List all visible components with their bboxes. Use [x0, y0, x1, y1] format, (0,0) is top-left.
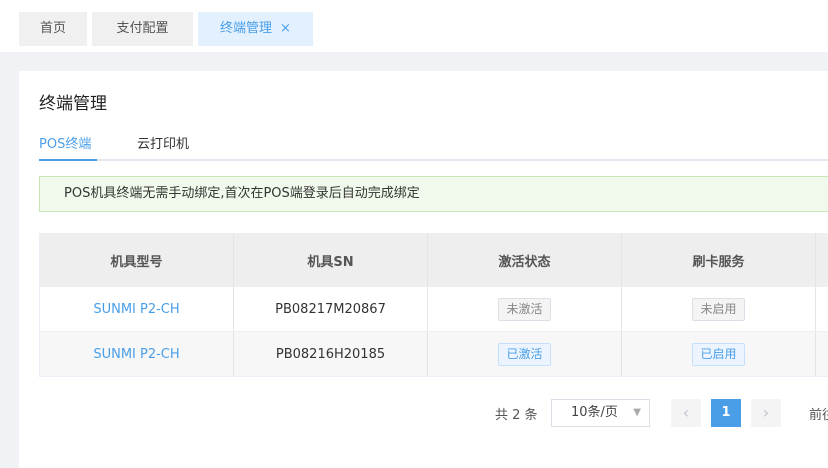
tab-label: 支付配置: [116, 21, 169, 36]
tab-payment-config[interactable]: 支付配置: [92, 12, 193, 46]
model-link[interactable]: SUNMI P2-CH: [93, 302, 179, 317]
model-cell: SUNMI P2-CH: [40, 287, 234, 331]
goto-label: 前往: [809, 408, 828, 423]
model-link[interactable]: SUNMI P2-CH: [93, 347, 179, 362]
status-badge: 已激活: [498, 342, 551, 366]
subtab-pos-terminal[interactable]: POS终端: [39, 133, 91, 152]
table-header: 机具型号 机具SN 激活状态 刷卡服务: [40, 233, 828, 287]
tab-bar: 首页 支付配置 终端管理 ×: [0, 0, 828, 52]
active-tab-indicator: [39, 159, 97, 161]
column-header-model: 机具型号: [40, 233, 234, 287]
tab-home[interactable]: 首页: [19, 12, 87, 46]
tab-label: 终端管理: [220, 21, 273, 36]
tab-label: 首页: [39, 21, 66, 36]
pagination: 共 2 条 10条/页 ▼ ‹ 1 › 前往: [19, 399, 828, 427]
terminal-table: 机具型号 机具SN 激活状态 刷卡服务 SUNMI P2-CH PB08217M…: [39, 233, 828, 377]
overflow-cell: [816, 287, 828, 331]
total-count: 共 2 条: [495, 408, 538, 423]
chevron-right-icon: ›: [762, 403, 770, 422]
page-number-button[interactable]: 1: [711, 399, 741, 427]
page-size-value: 10条/页: [571, 405, 618, 420]
info-alert: POS机具终端无需手动绑定,首次在POS端登录后自动完成绑定: [39, 176, 828, 212]
activation-cell: 未激活: [428, 287, 622, 331]
table-row: SUNMI P2-CH PB08217M20867 未激活 未启用: [40, 287, 828, 332]
card-service-cell: 未启用: [622, 287, 816, 331]
prev-page-button[interactable]: ‹: [671, 399, 701, 427]
sn-cell: PB08216H20185: [234, 332, 428, 376]
next-page-button[interactable]: ›: [751, 399, 781, 427]
column-header-overflow: [816, 233, 828, 287]
column-header-card-service: 刷卡服务: [622, 233, 816, 287]
chevron-left-icon: ‹: [682, 403, 690, 422]
sn-cell: PB08217M20867: [234, 287, 428, 331]
page-title: 终端管理: [39, 94, 107, 114]
tab-terminal-management[interactable]: 终端管理 ×: [198, 12, 313, 46]
card-service-cell: 已启用: [622, 332, 816, 376]
table-row: SUNMI P2-CH PB08216H20185 已激活 已启用: [40, 332, 828, 377]
subtab-cloud-printer[interactable]: 云打印机: [137, 133, 189, 152]
model-cell: SUNMI P2-CH: [40, 332, 234, 376]
close-icon[interactable]: ×: [280, 21, 291, 36]
page-size-select[interactable]: 10条/页 ▼: [551, 399, 650, 427]
column-header-sn: 机具SN: [234, 233, 428, 287]
main-card: 终端管理 POS终端 云打印机 POS机具终端无需手动绑定,首次在POS端登录后…: [19, 71, 828, 468]
activation-cell: 已激活: [428, 332, 622, 376]
status-badge: 未启用: [692, 297, 745, 321]
column-header-activation: 激活状态: [428, 233, 622, 287]
overflow-cell: [816, 332, 828, 376]
status-badge: 未激活: [498, 297, 551, 321]
subtab-bar: POS终端 云打印机: [39, 129, 828, 161]
chevron-down-icon: ▼: [633, 407, 641, 418]
status-badge: 已启用: [692, 342, 745, 366]
